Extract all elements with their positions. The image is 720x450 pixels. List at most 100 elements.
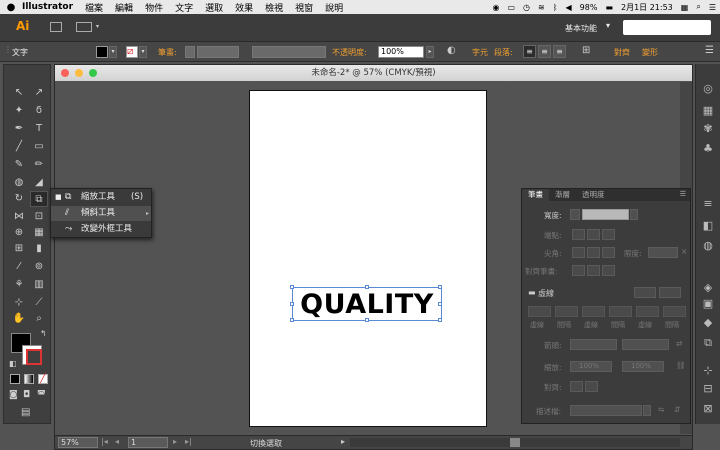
tab-transparency[interactable]: 透明度 <box>576 189 611 201</box>
stroke-swatch[interactable] <box>22 345 42 365</box>
blob-brush-tool-icon[interactable]: ◍ <box>10 175 28 191</box>
gradient-mode-icon[interactable] <box>24 374 34 384</box>
selection-bounding-box[interactable] <box>290 285 442 322</box>
flag-icon[interactable]: ▦ <box>681 3 689 12</box>
horizontal-scroll-thumb[interactable] <box>510 438 520 447</box>
menu-edit[interactable]: 編輯 <box>115 1 133 14</box>
end-scale-field[interactable]: 100% <box>622 361 664 372</box>
page-number-field[interactable]: 1 <box>128 437 168 448</box>
dash-1-field[interactable] <box>528 306 551 317</box>
perspective-grid-tool-icon[interactable]: ▦ <box>30 225 48 241</box>
character-link[interactable]: 字元 <box>472 47 488 58</box>
bluetooth-icon[interactable]: ᛒ <box>553 3 558 12</box>
handle-top-center[interactable] <box>365 285 369 289</box>
minimize-button[interactable] <box>75 69 83 77</box>
prev-page-icon[interactable]: ◂ <box>115 437 119 446</box>
artboard[interactable]: QUALITY <box>249 90 487 427</box>
limit-field[interactable] <box>648 247 678 258</box>
round-cap-button[interactable] <box>587 229 600 240</box>
align-center-button[interactable]: ≡ <box>538 45 551 58</box>
volume-icon[interactable]: ◀ <box>566 3 572 12</box>
end-arrowhead-select[interactable] <box>622 339 669 350</box>
slice-tool-icon[interactable]: ⟋ <box>30 295 48 311</box>
menu-view[interactable]: 檢視 <box>265 1 283 14</box>
type-tool-icon[interactable]: T <box>30 121 48 137</box>
brushes-icon[interactable]: ✾ <box>701 122 715 136</box>
column-graph-tool-icon[interactable]: ▥ <box>30 277 48 293</box>
recolor-icon[interactable]: ◐ <box>447 45 456 56</box>
swap-arrowheads-icon[interactable]: ⇄ <box>676 339 682 348</box>
handle-bottom-left[interactable] <box>290 318 294 322</box>
bevel-join-button[interactable] <box>602 247 615 258</box>
symbols-icon[interactable]: ♣ <box>701 142 715 156</box>
magic-wand-tool-icon[interactable]: ✦ <box>10 103 28 119</box>
draw-inside-icon[interactable]: ◚ <box>37 390 46 400</box>
opacity-dropdown[interactable]: ▸ <box>426 46 434 58</box>
menu-select[interactable]: 選取 <box>205 1 223 14</box>
zoom-tool-icon[interactable]: ⌕ <box>30 311 48 327</box>
appearance-icon[interactable]: ◈ <box>701 281 715 295</box>
tearoff-arrow-icon[interactable]: ▸ <box>146 206 149 221</box>
opacity-field[interactable]: 100% <box>378 46 424 58</box>
wifi-icon[interactable]: ≋ <box>538 3 545 12</box>
eraser-tool-icon[interactable]: ◢ <box>30 175 48 191</box>
handle-middle-left[interactable] <box>290 302 294 306</box>
shape-builder-tool-icon[interactable]: ⊕ <box>10 225 28 241</box>
battery-percent[interactable]: 98% <box>580 3 598 12</box>
transparency-panel-icon[interactable]: ◍ <box>701 239 715 253</box>
limit-close-icon[interactable]: × <box>681 247 687 256</box>
hand-tool-icon[interactable]: ✋ <box>10 311 28 327</box>
artboards-icon[interactable]: ⧉ <box>701 336 715 350</box>
tab-gradient[interactable]: 漸層 <box>549 189 576 201</box>
lasso-tool-icon[interactable]: ϭ <box>30 103 48 119</box>
workspace-caret-icon[interactable]: ▾ <box>606 21 610 30</box>
transform-link[interactable]: 變形 <box>642 47 658 58</box>
battery-icon[interactable]: ▬ <box>605 3 613 12</box>
square-cap-button[interactable] <box>602 229 615 240</box>
dash-3-field[interactable] <box>636 306 659 317</box>
arrow-tip-at-end-button[interactable] <box>585 381 598 392</box>
direct-selection-tool-icon[interactable]: ↗ <box>30 85 48 101</box>
gap-2-field[interactable] <box>609 306 632 317</box>
panel-menu-icon[interactable]: ☰ <box>680 190 686 198</box>
align-left-button[interactable]: ≡ <box>523 45 536 58</box>
align-link[interactable]: 對齊 <box>614 47 630 58</box>
rotate-tool-icon[interactable]: ↻ <box>10 191 28 207</box>
line-icon[interactable]: ◉ <box>492 3 499 12</box>
swap-fill-stroke-icon[interactable]: ↰ <box>40 329 47 338</box>
color-mode-icon[interactable] <box>10 374 20 384</box>
fill-dropdown[interactable]: ▾ <box>109 46 117 58</box>
timemachine-icon[interactable]: ◷ <box>523 3 530 12</box>
rectangle-tool-icon[interactable]: ▭ <box>30 139 48 155</box>
mesh-tool-icon[interactable]: ⊞ <box>10 241 28 257</box>
close-button[interactable] <box>61 69 69 77</box>
control-menu-icon[interactable]: ☰ <box>705 45 714 56</box>
text-options-icon[interactable]: ⊞ <box>582 45 590 56</box>
transform-icon[interactable]: ⊹ <box>701 364 715 378</box>
fill-color-swatch[interactable] <box>96 46 108 58</box>
pathfinder-icon[interactable]: ⊠ <box>701 402 715 416</box>
free-transform-tool-icon[interactable]: ⊡ <box>30 209 48 225</box>
handle-top-right[interactable] <box>438 285 442 289</box>
layers-icon[interactable]: ◆ <box>701 316 715 330</box>
stroke-weight-field[interactable] <box>197 46 239 58</box>
menu-effect[interactable]: 效果 <box>235 1 253 14</box>
graphic-styles-icon[interactable]: ▣ <box>701 297 715 311</box>
swatches-icon[interactable]: ▦ <box>701 104 715 118</box>
flip-along-icon[interactable]: ⇋ <box>658 405 664 414</box>
draw-normal-icon[interactable]: ◙ <box>9 390 18 400</box>
opacity-label[interactable]: 不透明度: <box>332 47 367 58</box>
align-center-stroke-button[interactable] <box>572 265 585 276</box>
selection-tool-icon[interactable]: ↖ <box>10 85 28 101</box>
align-panel-icon[interactable]: ⊟ <box>701 382 715 396</box>
arrow-tip-beyond-button[interactable] <box>570 381 583 392</box>
profile-select[interactable] <box>570 405 642 416</box>
align-right-button[interactable]: ≡ <box>553 45 566 58</box>
none-mode-icon[interactable]: ╱ <box>38 374 48 384</box>
variable-width-profile[interactable] <box>252 46 326 58</box>
align-outside-stroke-button[interactable] <box>602 265 615 276</box>
width-tool-icon[interactable]: ⋈ <box>10 209 28 225</box>
flip-across-icon[interactable]: ⇵ <box>674 405 680 414</box>
dash-2-field[interactable] <box>582 306 605 317</box>
start-arrowhead-select[interactable] <box>570 339 617 350</box>
